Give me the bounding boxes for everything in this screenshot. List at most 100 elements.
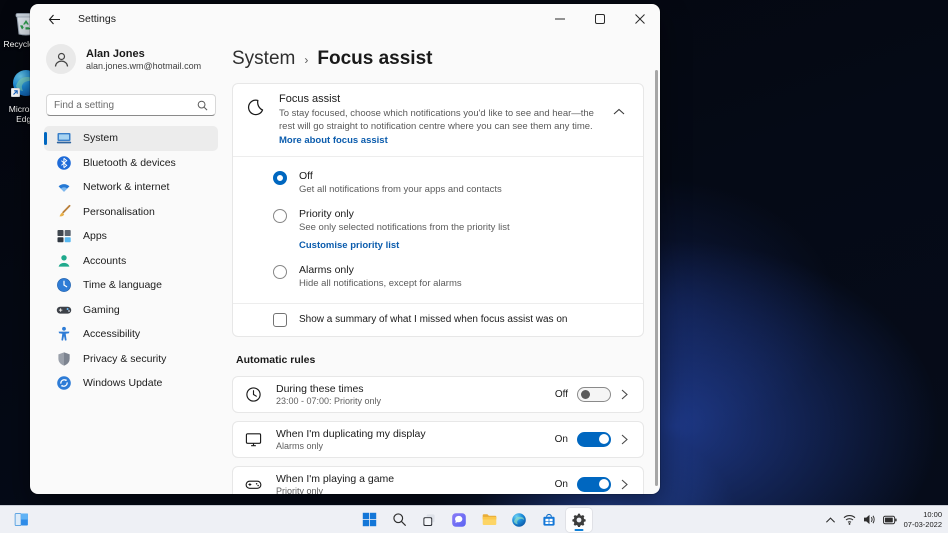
back-button[interactable] [42, 8, 66, 30]
widgets-button[interactable] [8, 508, 34, 532]
system-tray[interactable] [825, 514, 897, 525]
taskbar-clock[interactable]: 10:00 07-03-2022 [904, 510, 942, 530]
rule-subtitle: 23:00 - 07:00: Priority only [276, 396, 382, 407]
sidebar-item-label: Bluetooth & devices [83, 156, 176, 169]
settings-taskbar-button[interactable] [566, 507, 592, 532]
sidebar-item-network[interactable]: Network & internet [44, 175, 218, 200]
chevron-up-icon[interactable] [613, 103, 627, 121]
sidebar-item-bluetooth[interactable]: Bluetooth & devices [44, 151, 218, 176]
file-explorer-button[interactable] [476, 508, 502, 532]
desktop: Recycle Bin Microsoft Edge Settings Alan… [0, 0, 948, 533]
sidebar-item-accounts[interactable]: Accounts [44, 249, 218, 274]
chat-button[interactable] [446, 508, 472, 532]
system-icon [56, 133, 72, 144]
radio-label: Alarms only [299, 263, 354, 276]
summary-checkbox-row[interactable]: Show a summary of what I missed when foc… [233, 302, 643, 336]
more-about-focus-assist-link[interactable]: More about focus assist [279, 135, 388, 146]
sidebar-item-apps[interactable]: Apps [44, 224, 218, 249]
rule-title: When I'm playing a game [276, 472, 395, 485]
rule-subtitle: Priority only [276, 486, 324, 494]
clock-globe-icon [57, 278, 71, 293]
search-button[interactable] [386, 508, 412, 532]
tray-battery-icon [882, 515, 897, 524]
radio-description: See only selected notifications from the… [299, 221, 510, 233]
store-button[interactable] [536, 508, 562, 532]
sidebar-item-time-language[interactable]: Time & language [44, 273, 218, 298]
breadcrumb-separator: › [304, 53, 309, 67]
toggle-state-label: On [554, 433, 568, 445]
radio-unselected-icon[interactable] [273, 264, 287, 279]
edge-button[interactable] [506, 508, 532, 532]
bluetooth-icon [57, 155, 71, 170]
rule-playing-game[interactable]: When I'm playing a game Priority only On [232, 465, 644, 494]
user-profile[interactable]: Alan Jones alan.jones.wm@hotmail.com [44, 38, 218, 80]
maximize-button[interactable] [580, 4, 620, 34]
radio-option-priority-only[interactable]: Priority only See only selected notifica… [273, 208, 629, 251]
taskbar: 10:00 07-03-2022 [0, 505, 948, 533]
search-icon [197, 100, 208, 110]
brush-icon [59, 204, 71, 217]
update-icon [57, 376, 71, 391]
radio-selected-icon[interactable] [273, 170, 287, 185]
task-view-button[interactable] [416, 508, 442, 532]
search-input[interactable] [54, 99, 197, 111]
focus-assist-description: To stay focused, choose which notificati… [279, 108, 594, 146]
tray-chevron-up-icon [825, 516, 835, 523]
minimize-button[interactable] [540, 4, 580, 34]
close-button[interactable] [620, 4, 660, 34]
rule-title: During these times [276, 382, 364, 395]
rule-duplicating-display[interactable]: When I'm duplicating my display Alarms o… [232, 420, 644, 458]
main-content: System › Focus assist Focus assist To st… [228, 34, 660, 494]
start-button[interactable] [356, 508, 382, 532]
radio-option-off[interactable]: Off Get all notifications from your apps… [273, 170, 629, 195]
radio-description: Get all notifications from your apps and… [299, 183, 502, 195]
gamepad-icon [56, 306, 72, 314]
breadcrumb: System › Focus assist [232, 48, 644, 70]
sidebar-item-personalisation[interactable]: Personalisation [44, 200, 218, 225]
gear-icon [572, 513, 586, 527]
sidebar-item-label: Network & internet [83, 181, 170, 194]
sidebar-item-system[interactable]: System [44, 126, 218, 151]
avatar [46, 44, 76, 74]
sidebar-item-label: Accessibility [83, 328, 141, 341]
rule-during-these-times[interactable]: During these times 23:00 - 07:00: Priori… [232, 375, 644, 413]
user-name: Alan Jones [86, 47, 145, 60]
chevron-right-icon [621, 479, 633, 490]
radio-unselected-icon[interactable] [273, 208, 287, 223]
breadcrumb-parent[interactable]: System [232, 48, 295, 70]
edge-icon [512, 512, 526, 527]
customise-priority-list-link[interactable]: Customise priority list [299, 240, 510, 251]
apps-icon [57, 230, 71, 243]
settings-window: Settings Alan Jones alan.jones.wm@hotmai… [30, 4, 660, 494]
sidebar-item-label: Windows Update [83, 377, 163, 390]
focus-assist-card: Focus assist To stay focused, choose whi… [232, 83, 644, 337]
clock-time: 10:00 [923, 509, 942, 519]
toggle-on[interactable] [577, 431, 611, 447]
sidebar-item-privacy[interactable]: Privacy & security [44, 347, 218, 372]
back-arrow-icon [48, 14, 60, 24]
search-box[interactable] [46, 94, 216, 116]
sidebar-item-label: Personalisation [83, 205, 155, 218]
clock-date: 07-03-2022 [903, 519, 942, 529]
toggle-on[interactable] [577, 476, 611, 492]
account-icon [58, 254, 70, 267]
sidebar-item-label: Privacy & security [83, 352, 167, 365]
radio-option-alarms-only[interactable]: Alarms only Hide all notifications, exce… [273, 264, 629, 289]
clock-icon [245, 386, 263, 403]
sidebar-item-gaming[interactable]: Gaming [44, 298, 218, 323]
sidebar-item-label: Gaming [83, 303, 120, 316]
store-icon [543, 513, 555, 526]
focus-assist-expander[interactable]: Focus assist To stay focused, choose whi… [233, 84, 643, 156]
sidebar-item-windows-update[interactable]: Windows Update [44, 371, 218, 396]
tray-wifi-icon [843, 515, 855, 525]
toggle-state-label: Off [554, 388, 568, 400]
wifi-icon [58, 184, 70, 193]
sidebar-item-accessibility[interactable]: Accessibility [44, 322, 218, 347]
toggle-off[interactable] [577, 386, 611, 402]
tray-volume-icon [863, 514, 875, 525]
checkbox-unchecked-icon[interactable] [273, 312, 287, 327]
sidebar-item-label: System [83, 132, 119, 145]
scrollbar[interactable] [655, 70, 658, 486]
focus-assist-title: Focus assist [279, 93, 341, 105]
titlebar[interactable]: Settings [30, 4, 660, 34]
